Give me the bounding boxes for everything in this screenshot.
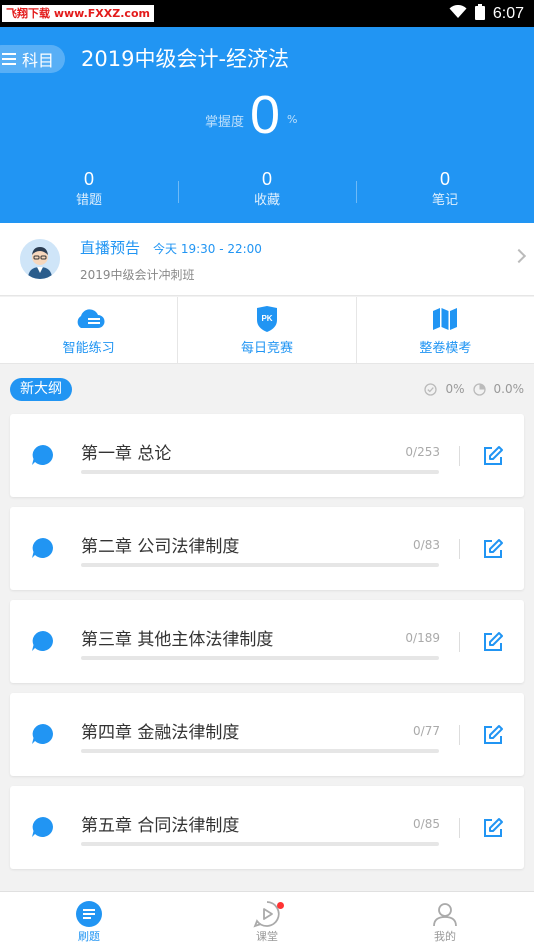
- pk-shield-icon: PK: [178, 305, 355, 333]
- chapter-bubble-icon: [32, 631, 53, 651]
- stats-row: 0 错题 0 收藏 0 笔记: [0, 167, 534, 215]
- chapter-title: 第二章 公司法律制度: [81, 537, 240, 557]
- chapter-count: 0/85: [413, 817, 440, 831]
- map-icon: [357, 305, 534, 333]
- progress-rate: 0.0%: [493, 382, 525, 396]
- check-circle-icon: [424, 382, 438, 396]
- page-title: 2019中级会计-经济法: [81, 47, 290, 71]
- svg-text:PK: PK: [261, 314, 272, 323]
- avatar: [20, 239, 60, 279]
- chapter-bubble-icon: [32, 538, 53, 558]
- stat-wrong[interactable]: 0 错题: [0, 167, 178, 215]
- stat-favorites[interactable]: 0 收藏: [178, 167, 356, 215]
- smart-practice-label: 智能练习: [62, 341, 115, 356]
- tab-mine-label: 我的: [434, 930, 456, 943]
- cloud-icon: [0, 305, 177, 333]
- chapter-progress-bar: [81, 749, 439, 753]
- chapter-count: 0/83: [413, 538, 440, 552]
- edit-icon[interactable]: [482, 724, 504, 746]
- source-tag: 飞翔下载 www.FXXZ.com: [2, 5, 154, 22]
- mastery-unit: %: [287, 113, 298, 126]
- chapter-bubble-icon: [32, 817, 53, 837]
- tab-practice-label: 刷题: [78, 930, 100, 943]
- chapter-item[interactable]: 第二章 公司法律制度 0/83: [10, 507, 524, 590]
- stat-wrong-value: 0: [83, 169, 94, 189]
- stat-favorites-value: 0: [261, 169, 272, 189]
- mock-exam-label: 整卷模考: [419, 341, 472, 356]
- stat-notes-label: 笔记: [431, 193, 458, 208]
- chapter-progress-bar: [81, 563, 439, 567]
- chapter-title: 第四章 金融法律制度: [81, 723, 240, 743]
- stat-favorites-label: 收藏: [253, 193, 280, 208]
- tab-mine[interactable]: 我的: [356, 892, 534, 949]
- chapter-progress-bar: [81, 656, 439, 660]
- chapter-progress-bar: [81, 470, 439, 474]
- stat-notes-value: 0: [439, 169, 450, 189]
- outline-tag[interactable]: 新大纲: [10, 378, 72, 401]
- live-preview-card[interactable]: 直播预告 今天 19:30 - 22:00 2019中级会计冲刺班: [0, 223, 534, 296]
- tab-classroom-label: 课堂: [256, 930, 278, 943]
- chapter-count: 0/77: [413, 724, 440, 738]
- mastery-value: 0: [250, 85, 281, 145]
- outline-header: 新大纲 0% 0.0%: [0, 364, 534, 414]
- chapter-title: 第三章 其他主体法律制度: [81, 630, 274, 650]
- chapter-progress-bar: [81, 842, 439, 846]
- header: 科目 2019中级会计-经济法 掌握度 0 % 0 错题 0 收藏 0 笔记: [0, 27, 534, 223]
- bottom-tab-bar: 刷题 课堂 我的: [0, 891, 534, 949]
- chapter-count: 0/189: [405, 631, 440, 645]
- stat-notes[interactable]: 0 笔记: [356, 167, 534, 215]
- progress-circle-icon: [472, 382, 486, 396]
- correct-rate: 0%: [445, 382, 465, 396]
- tab-practice[interactable]: 刷题: [0, 892, 178, 949]
- live-time: 今天 19:30 - 22:00: [153, 242, 262, 256]
- chapter-item[interactable]: 第三章 其他主体法律制度 0/189: [10, 600, 524, 683]
- tab-classroom[interactable]: 课堂: [178, 892, 356, 949]
- chapter-bubble-icon: [32, 724, 53, 744]
- subject-button[interactable]: 科目: [0, 45, 65, 73]
- notification-badge: [277, 902, 284, 909]
- play-icon: [178, 900, 356, 928]
- chapter-item[interactable]: 第一章 总论 0/253: [10, 414, 524, 497]
- edit-icon[interactable]: [482, 538, 504, 560]
- quick-actions: 智能练习 PK 每日竞赛 整卷模考: [0, 297, 534, 364]
- smart-practice-button[interactable]: 智能练习: [0, 297, 177, 363]
- chapter-item[interactable]: 第四章 金融法律制度 0/77: [10, 693, 524, 776]
- edit-icon[interactable]: [482, 631, 504, 653]
- mastery-panel: 掌握度 0 %: [0, 83, 534, 153]
- chapter-item[interactable]: 第五章 合同法律制度 0/85: [10, 786, 524, 869]
- live-title: 直播预告: [80, 239, 141, 257]
- battery-icon: [474, 3, 485, 24]
- wifi-icon: [449, 4, 467, 23]
- mock-exam-button[interactable]: 整卷模考: [355, 297, 534, 363]
- chapter-list: 第一章 总论 0/253 第二章 公司法律制度 0/83 第三章 其他主体法律制…: [10, 414, 524, 879]
- mastery-label: 掌握度: [205, 115, 245, 130]
- user-icon: [356, 900, 534, 928]
- daily-contest-label: 每日竞赛: [240, 341, 293, 356]
- chapter-title: 第一章 总论: [81, 444, 172, 464]
- stat-wrong-label: 错题: [75, 193, 102, 208]
- chapter-title: 第五章 合同法律制度: [81, 816, 240, 836]
- edit-icon[interactable]: [482, 817, 504, 839]
- chapter-bubble-icon: [32, 445, 53, 465]
- practice-icon: [0, 900, 178, 928]
- live-course: 2019中级会计冲刺班: [80, 268, 195, 282]
- edit-icon[interactable]: [482, 445, 504, 467]
- chapter-count: 0/253: [405, 445, 440, 459]
- status-bar: 飞翔下载 www.FXXZ.com 6:07: [0, 0, 534, 27]
- clock: 6:07: [492, 4, 524, 22]
- chevron-right-icon: [511, 248, 527, 264]
- daily-contest-button[interactable]: PK 每日竞赛: [177, 297, 355, 363]
- subject-button-label: 科目: [22, 51, 55, 70]
- menu-icon: [2, 53, 16, 65]
